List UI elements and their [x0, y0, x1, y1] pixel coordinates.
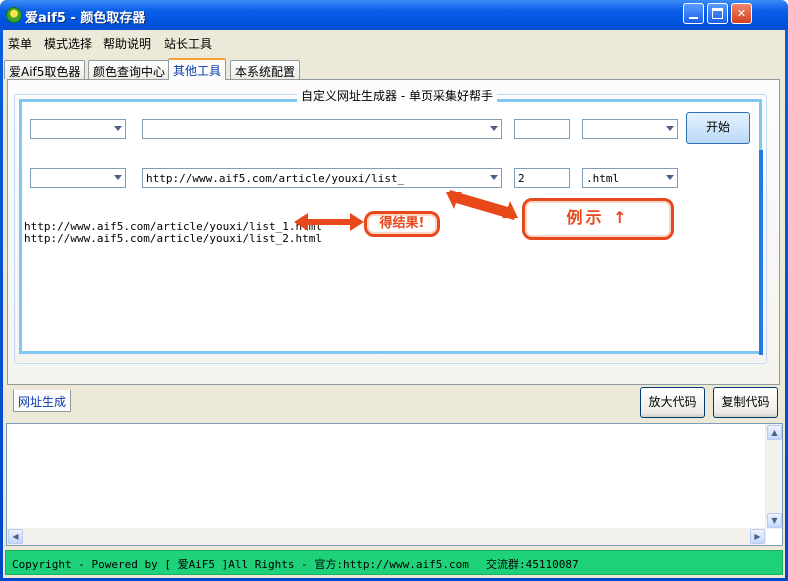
horizontal-scrollbar[interactable]: ◀ ▶ [7, 528, 766, 545]
scroll-up-icon[interactable]: ▲ [767, 425, 782, 440]
tab-system-config[interactable]: 本系统配置 [230, 60, 301, 79]
group-number-text: 交流群:45110087 [486, 558, 579, 571]
scroll-right-icon[interactable]: ▶ [750, 529, 765, 544]
close-icon: ✕ [736, 7, 747, 20]
minimize-button[interactable] [683, 3, 704, 24]
menu-item-help[interactable]: 帮助说明 [103, 35, 151, 52]
chevron-down-icon [490, 126, 498, 131]
prefix-combo-1[interactable] [30, 119, 126, 139]
suffix-combo-2-value: .html [586, 172, 620, 185]
example-arrow-icon [446, 190, 518, 220]
status-bar: Copyright - Powered by [ 爱AiF5 ]All Righ… [5, 550, 783, 575]
menu-item-mode[interactable]: 模式选择 [44, 35, 92, 52]
minimize-icon [689, 17, 698, 19]
chevron-down-icon [666, 126, 674, 131]
other-tools-panel: 自定义网址生成器 - 单页采集好帮手 开始 http://www.aif5.co… [7, 79, 780, 385]
app-window: 爱aif5 - 颜色取存器 ✕ 菜单 模式选择 帮助说明 站长工具 爱Aif5取… [0, 0, 788, 581]
tab-strip: 爱Aif5取色器 颜色查询中心 其他工具 本系统配置 [3, 58, 785, 80]
group-content: 开始 http://www.aif5.com/article/youxi/lis… [19, 99, 763, 355]
panel-scroll-strip [759, 150, 763, 355]
menu-item-webmaster[interactable]: 站长工具 [164, 35, 212, 52]
chevron-down-icon [114, 175, 122, 180]
count-input-1[interactable] [514, 119, 570, 139]
client-area: 菜单 模式选择 帮助说明 站长工具 爱Aif5取色器 颜色查询中心 其他工具 本… [3, 30, 785, 578]
menu-item-menu[interactable]: 菜单 [8, 35, 32, 52]
title-bar[interactable]: 爱aif5 - 颜色取存器 ✕ [0, 0, 788, 30]
example-badge: 例示 ↑ [522, 198, 674, 240]
app-logo-icon [6, 7, 22, 23]
maximize-icon [712, 8, 723, 19]
scroll-left-icon[interactable]: ◀ [8, 529, 23, 544]
result-arrow-icon [294, 213, 364, 231]
window-title: 爱aif5 - 颜色取存器 [25, 11, 146, 26]
chevron-down-icon [490, 175, 498, 180]
start-button[interactable]: 开始 [686, 112, 750, 144]
maximize-button[interactable] [707, 3, 728, 24]
url-combo-2[interactable]: http://www.aif5.com/article/youxi/list_ [142, 168, 502, 188]
url-combo-2-value: http://www.aif5.com/article/youxi/list_ [146, 172, 405, 185]
count-input-2[interactable]: 2 [514, 168, 570, 188]
suffix-combo-2[interactable]: .html [582, 168, 678, 188]
chevron-down-icon [114, 126, 122, 131]
prefix-combo-2[interactable] [30, 168, 126, 188]
enlarge-code-button[interactable]: 放大代码 [640, 387, 705, 418]
group-title: 自定义网址生成器 - 单页采集好帮手 [297, 87, 497, 104]
scroll-down-icon[interactable]: ▼ [767, 513, 782, 528]
copyright-text: Copyright - Powered by [ 爱AiF5 ]All Righ… [12, 558, 469, 571]
result-line-2: http://www.aif5.com/article/youxi/list_2… [24, 232, 323, 245]
menu-bar: 菜单 模式选择 帮助说明 站长工具 [3, 30, 785, 54]
copy-code-button[interactable]: 复制代码 [713, 387, 778, 418]
code-textarea[interactable]: ▲ ▼ ◀ ▶ [6, 423, 783, 546]
tab-url-generate[interactable]: 网址生成 [13, 390, 72, 412]
chevron-down-icon [666, 175, 674, 180]
close-button[interactable]: ✕ [731, 3, 752, 24]
tab-other-tools[interactable]: 其他工具 [168, 58, 227, 80]
vertical-scrollbar[interactable]: ▲ ▼ [765, 424, 782, 529]
suffix-combo-1[interactable] [582, 119, 678, 139]
result-badge: 得结果! [364, 211, 440, 237]
url-generator-group: 自定义网址生成器 - 单页采集好帮手 开始 http://www.aif5.co… [14, 87, 767, 364]
url-combo-1[interactable] [142, 119, 502, 139]
tab-color-picker[interactable]: 爱Aif5取色器 [4, 60, 86, 79]
tab-color-query[interactable]: 颜色查询中心 [88, 60, 171, 79]
